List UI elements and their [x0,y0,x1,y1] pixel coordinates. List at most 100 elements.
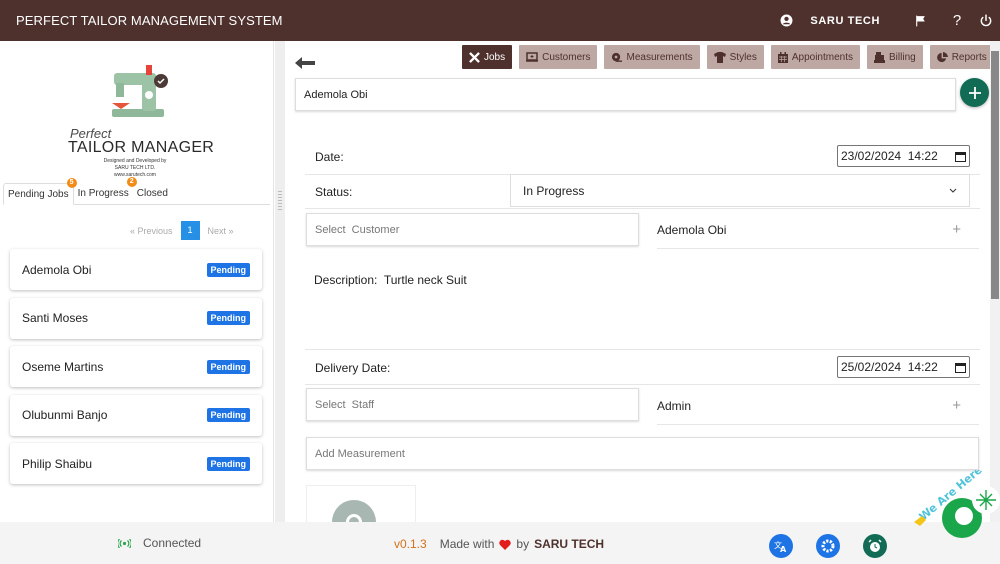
delivery-date-row: Delivery Date: 25/02/2024 14:22 [305,350,980,385]
job-list-item[interactable]: Santi Moses Pending [10,297,262,339]
plus-icon [968,86,981,99]
selected-customer-name: Ademola Obi [657,222,727,237]
id-card-icon [526,52,539,62]
description-label: Description: [314,273,378,287]
translate-button[interactable]: 文A [769,534,793,558]
status-badge: Pending [206,456,250,471]
user-name[interactable]: SARU TECH [810,15,880,27]
job-list-item[interactable]: Oseme Martins Pending [10,346,262,387]
nav-jobs[interactable]: Jobs [462,45,513,69]
customer-search-input[interactable] [295,78,956,111]
calendar-icon [955,362,966,373]
chevron-down-icon [949,188,957,193]
tab-label: Pending Jobs [8,189,69,200]
settings-icon [821,539,835,553]
status-label: Status: [315,185,353,199]
signal-icon [118,538,131,548]
job-list-item[interactable]: Philip Shaibu Pending [10,443,262,484]
add-measurement-input[interactable]: Add Measurement [306,437,979,470]
image-placeholder-icon [332,500,376,522]
svg-text:A: A [780,545,787,553]
date-row: Date: 23/02/2024 14:22 [305,139,980,175]
status-badge: Pending [206,262,250,277]
credit-line: Designed and Developed by [103,158,167,164]
tab-closed[interactable]: Closed [133,183,172,204]
made-with-text: Made with [439,537,495,551]
nav-billing[interactable]: Billing [867,45,923,69]
description: Description: Turtle neck Suit [314,273,467,287]
panel-resize-handle[interactable] [275,41,285,522]
job-customer-name: Philip Shaibu [22,456,93,471]
help-icon[interactable]: ? [947,11,967,31]
app-title: PERFECT TAILOR MANAGEMENT SYSTEM [16,13,283,28]
sewing-machine-icon [112,65,168,117]
calendar-icon [777,51,788,63]
alarm-button[interactable] [863,534,887,558]
back-arrow-icon[interactable] [295,56,315,75]
add-customer-icon[interactable]: + [952,221,961,238]
pie-chart-icon [936,51,948,62]
nav-label: Reports [951,51,987,63]
selected-staff-name: Admin [657,398,692,413]
by-text: by [516,537,530,551]
select-staff-input[interactable]: Select Staff [306,388,639,421]
job-list: Ademola Obi Pending Santi Moses Pending … [10,249,262,492]
nav-label: Measurements [626,51,693,63]
add-job-button[interactable] [960,78,989,107]
made-with-credit: v0.1.3 Made with by SARU TECH [394,537,604,551]
account-circle-icon[interactable] [776,11,796,31]
tape-measure-icon [612,52,623,62]
delivery-date-input[interactable]: 25/02/2024 14:22 [837,356,970,378]
page-1-button[interactable]: 1 [180,221,200,240]
tools-icon [469,51,480,63]
jobs-sidebar: Perfect TAILOR MANAGER Designed and Deve… [0,41,274,522]
style-image-card[interactable] [306,485,416,522]
customer-placeholder: Select Customer [315,223,400,236]
tab-label: Closed [136,188,168,199]
job-list-item[interactable]: Ademola Obi Pending [10,249,262,290]
footer-brand: SARU TECH [534,537,605,551]
nav-label: Styles [729,51,757,63]
logo-brand-text: TAILOR MANAGER [68,139,215,156]
delivery-date-value: 25/02/2024 14:22 [841,360,938,374]
nav-label: Jobs [484,51,506,63]
tab-pending-jobs[interactable]: Pending Jobs 5 [3,178,77,205]
job-status-tabs: Pending Jobs 5 In Progress 2 Closed [3,177,270,205]
nav-label: Customers [542,51,591,63]
pagination: « Previous 1 Next » [130,221,234,240]
nav-styles[interactable]: Styles [706,45,764,69]
job-list-item[interactable]: Olubunmi Banjo Pending [10,394,262,436]
job-detail-panel: Jobs Customers Measurements Styles Appoi… [285,41,990,522]
job-customer-name: Oseme Martins [22,359,104,374]
selected-customer: Ademola Obi + [657,211,979,249]
previous-page-link[interactable]: « Previous [130,226,173,236]
description-value[interactable]: Turtle neck Suit [384,273,467,287]
nav-customers[interactable]: Customers [519,45,598,69]
add-staff-icon[interactable]: + [952,397,961,414]
module-nav: Jobs Customers Measurements Styles Appoi… [462,45,990,69]
settings-button[interactable] [816,534,840,558]
tab-in-progress[interactable]: In Progress 2 [74,177,137,204]
date-input[interactable]: 23/02/2024 14:22 [837,145,970,167]
measurement-placeholder: Add Measurement [315,447,405,460]
version-label: v0.1.3 [394,537,427,551]
top-app-bar: PERFECT TAILOR MANAGEMENT SYSTEM SARU TE… [0,0,1000,41]
nav-appointments[interactable]: Appointments [770,45,861,69]
nav-label: Appointments [791,51,854,63]
status-badge: Pending [206,311,250,325]
power-icon[interactable] [976,11,996,31]
status-select[interactable]: In Progress [510,174,970,207]
nav-reports[interactable]: Reports [929,45,990,69]
status-badge: Pending [206,408,250,422]
main-scrollbar[interactable] [990,41,1000,522]
chat-support-widget[interactable]: We Are Here [912,463,1000,540]
grip-icon [278,191,282,211]
next-page-link[interactable]: Next » [208,226,234,236]
job-customer-name: Santi Moses [22,311,89,325]
connection-label: Connected [143,536,202,550]
nav-measurements[interactable]: Measurements [604,45,700,69]
flag-icon[interactable] [910,11,930,31]
select-customer-input[interactable]: Select Customer [306,213,639,246]
tab-label: In Progress [77,188,129,199]
scrollbar-thumb[interactable] [991,51,999,299]
